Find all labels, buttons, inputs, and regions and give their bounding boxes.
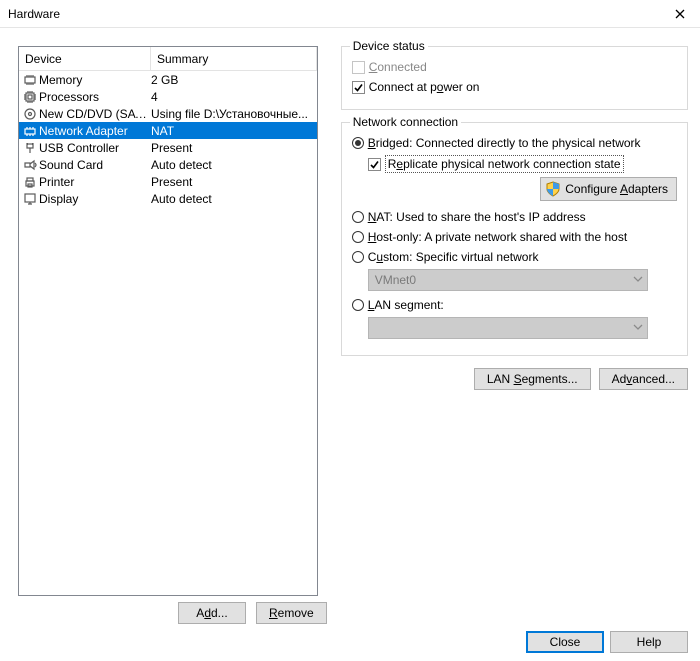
- checkbox-replicate[interactable]: Replicate physical network connection st…: [352, 155, 677, 173]
- radio-nat-dot[interactable]: [352, 211, 364, 223]
- radio-custom-dot[interactable]: [352, 251, 364, 263]
- device-list-header: Device Summary: [19, 47, 317, 71]
- lan-segments-button[interactable]: LAN Segments...: [474, 368, 591, 390]
- radio-host-only-dot[interactable]: [352, 231, 364, 243]
- column-device[interactable]: Device: [19, 47, 151, 70]
- device-name: Sound Card: [39, 158, 151, 172]
- group-device-status: Device status Connected Connect at power…: [341, 46, 688, 110]
- device-summary: Auto detect: [151, 158, 317, 172]
- device-row[interactable]: Sound CardAuto detect: [19, 156, 317, 173]
- device-icon: [22, 140, 38, 156]
- device-row[interactable]: Memory2 GB: [19, 71, 317, 88]
- window-title: Hardware: [8, 7, 660, 21]
- close-button[interactable]: Close: [526, 631, 604, 653]
- device-name: Processors: [39, 90, 151, 104]
- group-device-status-legend: Device status: [350, 39, 428, 53]
- device-summary: Present: [151, 141, 317, 155]
- add-button[interactable]: Add...: [178, 602, 246, 624]
- group-network-connection-legend: Network connection: [350, 115, 461, 129]
- device-summary: Auto detect: [151, 192, 317, 206]
- titlebar: Hardware: [0, 0, 700, 28]
- device-row[interactable]: Network AdapterNAT: [19, 122, 317, 139]
- device-row[interactable]: New CD/DVD (SATA)Using file D:\Установоч…: [19, 105, 317, 122]
- device-list[interactable]: Device Summary Memory2 GBProcessors4New …: [18, 46, 318, 596]
- shield-icon: [545, 181, 561, 197]
- radio-host-only[interactable]: Host-only: A private network shared with…: [352, 229, 677, 245]
- select-custom-vmnet: VMnet0: [368, 269, 648, 291]
- device-row[interactable]: DisplayAuto detect: [19, 190, 317, 207]
- checkbox-connect-poweron-box[interactable]: [352, 81, 365, 94]
- remove-button[interactable]: Remove: [256, 602, 327, 624]
- group-network-connection: Network connection Bridged: Connected di…: [341, 122, 688, 356]
- device-row[interactable]: Processors4: [19, 88, 317, 105]
- radio-bridged-dot[interactable]: [352, 137, 364, 149]
- select-custom-vmnet-value: VMnet0: [375, 273, 416, 287]
- device-icon: [22, 157, 38, 173]
- device-name: Memory: [39, 73, 151, 87]
- device-name: Network Adapter: [39, 124, 151, 138]
- device-row[interactable]: USB ControllerPresent: [19, 139, 317, 156]
- checkbox-connect-poweron[interactable]: Connect at power on: [352, 79, 677, 95]
- radio-lan-segment[interactable]: LAN segment:: [352, 297, 677, 313]
- window-close-button[interactable]: [660, 0, 700, 28]
- checkbox-connected-box: [352, 61, 365, 74]
- help-button[interactable]: Help: [610, 631, 688, 653]
- device-icon: [22, 123, 38, 139]
- device-summary: 2 GB: [151, 73, 317, 87]
- device-name: Printer: [39, 175, 151, 189]
- configure-adapters-button[interactable]: Configure Adapters: [540, 177, 677, 201]
- chevron-down-icon: [633, 321, 643, 335]
- device-summary: Using file D:\Установочные...: [151, 107, 317, 121]
- device-icon: [22, 89, 38, 105]
- device-name: USB Controller: [39, 141, 151, 155]
- checkbox-replicate-box[interactable]: [368, 158, 381, 171]
- radio-nat[interactable]: NAT: Used to share the host's IP address: [352, 209, 677, 225]
- device-icon: [22, 191, 38, 207]
- device-icon: [22, 72, 38, 88]
- column-summary[interactable]: Summary: [151, 47, 317, 70]
- select-lan-segment: [368, 317, 648, 339]
- device-name: Display: [39, 192, 151, 206]
- device-icon: [22, 106, 38, 122]
- device-summary: NAT: [151, 124, 317, 138]
- close-icon: [675, 9, 685, 19]
- advanced-button[interactable]: Advanced...: [599, 368, 688, 390]
- device-icon: [22, 174, 38, 190]
- radio-lan-segment-dot[interactable]: [352, 299, 364, 311]
- radio-bridged[interactable]: Bridged: Connected directly to the physi…: [352, 135, 677, 151]
- radio-custom[interactable]: Custom: Specific virtual network: [352, 249, 677, 265]
- device-name: New CD/DVD (SATA): [39, 107, 151, 121]
- device-row[interactable]: PrinterPresent: [19, 173, 317, 190]
- checkbox-connected: Connected: [352, 59, 677, 75]
- device-summary: Present: [151, 175, 317, 189]
- chevron-down-icon: [633, 273, 643, 287]
- device-summary: 4: [151, 90, 317, 104]
